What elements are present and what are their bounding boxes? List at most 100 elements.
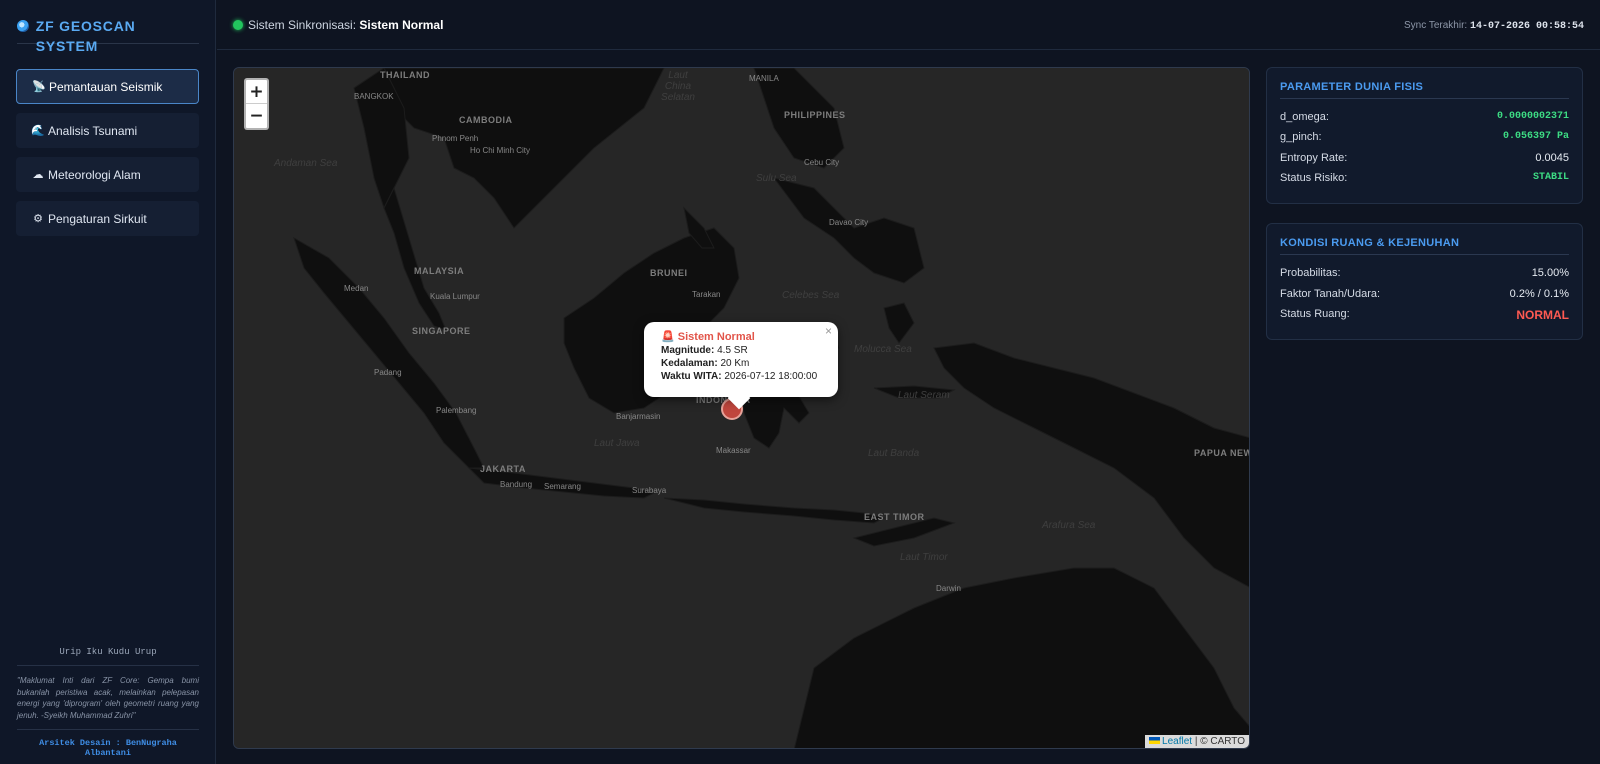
ukraine-flag-icon xyxy=(1149,737,1161,744)
map-label: Kuala Lumpur xyxy=(430,292,480,301)
seismic-map[interactable]: + − THAILAND BANGKOK CAMBODIA Phnom Penh… xyxy=(233,67,1250,749)
map-label: THAILAND xyxy=(380,70,430,80)
sidebar-item-label: Meteorologi Alam xyxy=(48,167,141,182)
param-row: Probabilitas: 15.00% xyxy=(1280,267,1569,281)
param-key: Status Risiko: xyxy=(1280,172,1348,184)
map-attribution: Leaflet | © CARTO xyxy=(1145,735,1249,748)
map-label: Davao City xyxy=(829,218,869,227)
wave-icon: 🌊 xyxy=(31,125,45,137)
motto: Urip Iku Kudu Urup xyxy=(17,647,199,666)
map-label: Andaman Sea xyxy=(274,158,338,169)
popup-title-text: Sistem Normal xyxy=(677,331,755,343)
param-row: d_omega: 0.0000002371 xyxy=(1280,111,1569,125)
map-label: EAST TIMOR xyxy=(864,512,925,522)
magnitude-label: Magnitude: xyxy=(661,345,715,356)
satellite-dish-icon: 📡 xyxy=(32,81,46,93)
panel-title: KONDISI RUANG & KEJENUHAN xyxy=(1280,237,1569,255)
status-indicator-icon xyxy=(233,20,243,30)
param-value: 0.2% / 0.1% xyxy=(1509,288,1569,300)
map-label: Banjarmasin xyxy=(616,412,661,421)
map-label: Laut Jawa xyxy=(594,438,640,449)
map-label: Surabaya xyxy=(632,486,667,495)
map-label: Palembang xyxy=(436,406,477,415)
physics-panel: PARAMETER DUNIA FISIS d_omega: 0.0000002… xyxy=(1266,67,1583,204)
cloud-icon: ☁ xyxy=(32,169,44,181)
depth-label: Kedalaman: xyxy=(661,358,718,369)
popup-close-button[interactable]: × xyxy=(825,325,832,338)
brand-title: ZF GEOSCAN SYSTEM xyxy=(35,18,136,54)
map-label: Padang xyxy=(374,368,402,377)
sync-status: Sistem Sinkronisasi: Sistem Normal xyxy=(248,18,443,32)
space-panel: KONDISI RUANG & KEJENUHAN Probabilitas: … xyxy=(1266,223,1583,340)
map-label: CAMBODIA xyxy=(459,115,513,125)
sync-label: Sistem Sinkronisasi: xyxy=(248,18,357,32)
sidebar-item-seismic[interactable]: 📡 Pemantauan Seismik xyxy=(16,69,199,104)
sidebar-item-label: Pemantauan Seismik xyxy=(49,79,163,94)
zoom-control: + − xyxy=(244,78,269,130)
space-status-value: NORMAL xyxy=(1516,308,1569,322)
last-sync-value: 14-07-2026 00:58:54 xyxy=(1469,21,1584,32)
sidebar-item-label: Analisis Tsunami xyxy=(48,123,138,138)
zoom-in-button[interactable]: + xyxy=(246,80,267,104)
sidebar-item-settings[interactable]: ⚙ Pengaturan Sirkuit xyxy=(16,201,199,236)
param-row: Entropy Rate: 0.0045 xyxy=(1280,152,1569,166)
map-label: PHILIPPINES xyxy=(784,110,846,120)
popup-time: Waktu WITA: 2026-07-12 18:00:00 xyxy=(661,370,821,383)
map-label: Molucca Sea xyxy=(854,344,912,355)
leaflet-link[interactable]: Leaflet xyxy=(1162,736,1192,747)
param-key: Faktor Tanah/Udara: xyxy=(1280,288,1381,300)
zoom-out-button[interactable]: − xyxy=(246,104,267,128)
globe-icon xyxy=(17,20,29,32)
param-key: Probabilitas: xyxy=(1280,267,1341,279)
brand: ZF GEOSCAN SYSTEM xyxy=(17,16,199,54)
carto-attribution: | © CARTO xyxy=(1194,736,1245,747)
event-popup: × 🚨 Sistem Normal Magnitude: 4.5 SR Keda… xyxy=(644,322,838,397)
param-key: d_omega: xyxy=(1280,111,1329,123)
map-label: Darwin xyxy=(936,584,961,593)
sidebar-item-tsunami[interactable]: 🌊 Analisis Tsunami xyxy=(16,113,199,148)
magnitude-value: 4.5 SR xyxy=(717,345,748,356)
param-value: 0.056397 Pa xyxy=(1502,131,1569,142)
last-sync: Sync Terakhir: 14-07-2026 00:58:54 xyxy=(1404,20,1584,32)
last-sync-label: Sync Terakhir: xyxy=(1404,20,1468,31)
map-label: Tarakan xyxy=(692,290,721,299)
panel-title: PARAMETER DUNIA FISIS xyxy=(1280,81,1569,99)
map-label: Ho Chi Minh City xyxy=(470,146,531,155)
sidebar-item-label: Pengaturan Sirkuit xyxy=(48,211,147,226)
popup-magnitude: Magnitude: 4.5 SR xyxy=(661,344,821,357)
time-label: Waktu WITA: xyxy=(661,371,722,382)
map-label: MALAYSIA xyxy=(414,266,465,276)
map-label: Laut China Selatan xyxy=(661,70,695,103)
param-key: Status Ruang: xyxy=(1280,308,1350,320)
popup-title: 🚨 Sistem Normal xyxy=(661,331,755,343)
param-key: g_pinch: xyxy=(1280,131,1322,143)
param-row: Status Risiko: STABIL xyxy=(1280,172,1569,186)
map-label: Laut Timor xyxy=(900,552,948,563)
map-label: BANGKOK xyxy=(354,92,394,101)
map-label: Cebu City xyxy=(804,158,840,167)
sidebar-nav: 📡 Pemantauan Seismik 🌊 Analisis Tsunami … xyxy=(16,69,199,245)
depth-value: 20 Km xyxy=(720,358,750,369)
map-label: Phnom Penh xyxy=(432,134,479,143)
popup-depth: Kedalaman: 20 Km xyxy=(661,357,821,370)
map-label: JAKARTA xyxy=(480,464,526,474)
param-value: 15.00% xyxy=(1531,267,1569,279)
architect-credit: Arsitek Desain : BenNugraha Albantani xyxy=(39,738,177,758)
param-row: Status Ruang: NORMAL xyxy=(1280,308,1569,322)
risk-status-value: STABIL xyxy=(1532,172,1569,183)
map-label: PAPUA NEW GUINEA xyxy=(1194,448,1249,458)
param-row: Faktor Tanah/Udara: 0.2% / 0.1% xyxy=(1280,288,1569,302)
map-label: BRUNEI xyxy=(650,268,688,278)
time-value: 2026-07-12 18:00:00 xyxy=(724,371,818,382)
header: Sistem Sinkronisasi: Sistem Normal Sync … xyxy=(217,0,1600,50)
quote: "Maklumat Inti dari ZF Core: Gempa bumi … xyxy=(17,675,199,730)
map-label: Medan xyxy=(344,284,369,293)
map-label: Laut Seram xyxy=(898,390,950,401)
map-label: Makassar xyxy=(716,446,751,455)
param-row: g_pinch: 0.056397 Pa xyxy=(1280,131,1569,145)
sync-value: Sistem Normal xyxy=(359,18,444,32)
sidebar: ZF GEOSCAN SYSTEM 📡 Pemantauan Seismik 🌊… xyxy=(0,0,216,764)
map-label: MANILA xyxy=(749,74,779,83)
map-label: Bandung xyxy=(500,480,533,489)
sidebar-item-meteorology[interactable]: ☁ Meteorologi Alam xyxy=(16,157,199,192)
